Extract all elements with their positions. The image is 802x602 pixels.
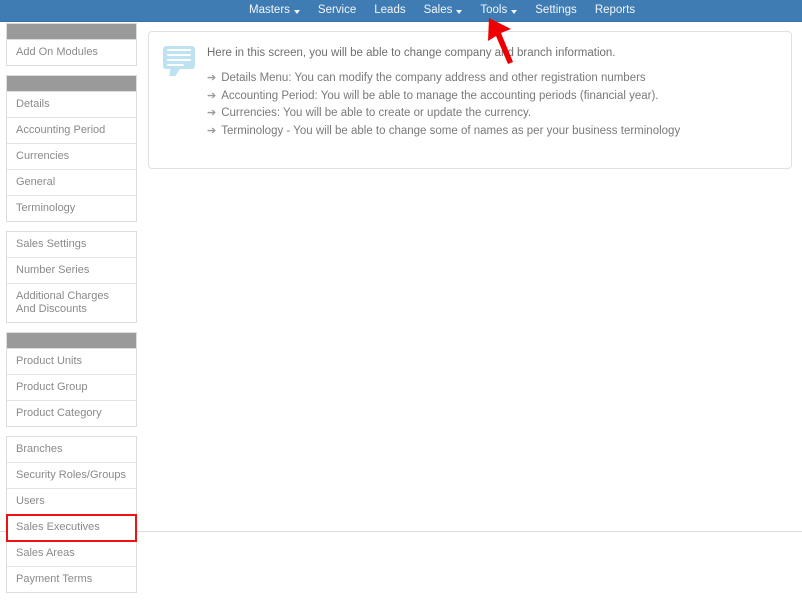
nav-item-label: Settings <box>535 4 577 16</box>
info-text-body: Here in this screen, you will be able to… <box>199 44 680 142</box>
info-intro-text: Here in this screen, you will be able to… <box>207 47 616 59</box>
sidebar-item-label: Security Roles/Groups <box>16 469 127 481</box>
info-bullet-text: Accounting Period: You will be able to m… <box>221 89 659 102</box>
top-navigation-bar: Masters Service Leads Sales Tools Settings Rep… <box>0 0 802 22</box>
sidebar-item-label: Product Group <box>16 381 88 393</box>
arrow-right-icon: ➔ <box>207 89 217 102</box>
sidebar-item-label: Add On Modules <box>16 46 98 58</box>
sidebar-item-label: Sales Areas <box>16 547 75 559</box>
sidebar-item-label: Additional Charges And Discounts <box>16 290 109 315</box>
sidebar-group-header <box>7 333 136 349</box>
bubble-line <box>167 49 191 51</box>
info-bullet-list: ➔ Details Menu: You can modify the compan… <box>207 72 680 138</box>
info-bullet-text: Details Menu: You can modify the company… <box>221 72 646 84</box>
arrow-right-icon: ➔ <box>207 72 217 84</box>
chevron-down-icon <box>511 9 518 14</box>
nav-item-leads[interactable]: Leads <box>365 0 414 21</box>
nav-item-tools[interactable]: Tools <box>471 0 526 21</box>
info-bullet-item: ➔ Currencies: You will be able to create … <box>207 107 680 121</box>
sidebar-item-label: Product Category <box>16 407 102 419</box>
sidebar-item-label: Details <box>16 98 50 110</box>
nav-item-masters[interactable]: Masters <box>240 0 309 21</box>
info-bullet-item: ➔ Accounting Period: You will be able to … <box>207 90 680 104</box>
sidebar-item-label: Branches <box>16 443 63 455</box>
sidebar-item-label: Number Series <box>16 264 90 276</box>
sidebar-item-label: General <box>16 176 56 188</box>
sidebar-group-header <box>7 24 136 40</box>
info-bullet-text: Terminology - You will be able to change… <box>221 124 681 137</box>
nav-item-list: Masters Service Leads Sales Tools Settings Rep… <box>0 0 802 21</box>
nav-item-sales[interactable]: Sales <box>415 0 472 21</box>
sidebar-item-accounting-period[interactable]: Accounting Period <box>7 118 136 144</box>
info-bullet-item: ➔ Details Menu: You can modify the compan… <box>207 72 680 86</box>
nav-item-reports[interactable]: Reports <box>586 0 644 21</box>
sidebar-item-details[interactable]: Details <box>7 92 136 118</box>
sidebar-group-3: Product Units Product Group Product Catego… <box>6 332 137 427</box>
sidebar-item-product-category[interactable]: Product Category <box>7 401 136 426</box>
nav-item-label: Tools <box>480 4 508 16</box>
sidebar-item-payment-terms[interactable]: Payment Terms <box>7 567 136 592</box>
sidebar-item-sales-settings[interactable]: Sales Settings <box>7 232 136 258</box>
info-bullet-text: Currencies: You will be able to create o… <box>221 107 532 119</box>
arrow-right-icon: ➔ <box>207 107 217 119</box>
arrow-right-icon: ➔ <box>207 124 217 137</box>
nav-item-service[interactable]: Service <box>309 0 365 21</box>
bubble-line <box>167 59 191 61</box>
nav-item-label: Leads <box>374 4 406 16</box>
sidebar-item-security-roles-groups[interactable]: Security Roles/Groups <box>7 463 136 489</box>
sidebar-item-sales-executives[interactable]: Sales Executives <box>6 514 137 542</box>
sidebar-item-label: Users <box>16 495 45 507</box>
sidebar-group-0: Add On Modules <box>6 23 137 66</box>
sidebar-group-2: Sales Settings Number Series Additional Ch… <box>6 231 137 323</box>
sidebar-item-label: Product Units <box>16 355 83 367</box>
nav-item-settings[interactable]: Settings <box>526 0 586 21</box>
sidebar-item-label: Payment Terms <box>16 573 93 585</box>
chevron-down-icon <box>293 9 300 14</box>
sidebar-item-label: Currencies <box>16 150 70 162</box>
sidebar-item-product-units[interactable]: Product Units <box>7 349 136 375</box>
sidebar: Add On Modules Details Accounting Period Cu… <box>0 23 143 602</box>
speech-bubble-icon-wrapper <box>163 44 199 69</box>
nav-item-label: Masters <box>249 4 290 16</box>
nav-item-label: Sales <box>423 4 453 16</box>
bubble-line <box>167 54 191 56</box>
sidebar-item-users[interactable]: Users <box>7 489 136 515</box>
nav-item-label: Service <box>317 4 357 16</box>
info-panel: Here in this screen, you will be able to… <box>148 31 792 169</box>
sidebar-group-header <box>7 76 136 92</box>
sidebar-item-label: Accounting Period <box>16 124 106 136</box>
chevron-down-icon <box>456 9 463 14</box>
sidebar-group-1: Details Accounting Period Currencies Genera… <box>6 75 137 222</box>
bubble-line <box>167 64 184 66</box>
sidebar-item-general[interactable]: General <box>7 170 136 196</box>
sidebar-group-4: Branches Security Roles/Groups Users Sales … <box>6 436 137 593</box>
speech-bubble-icon <box>163 46 195 69</box>
sidebar-item-label: Sales Settings <box>16 238 87 250</box>
sidebar-item-product-group[interactable]: Product Group <box>7 375 136 401</box>
sidebar-item-terminology[interactable]: Terminology <box>7 196 136 221</box>
sidebar-item-label: Terminology <box>16 202 76 214</box>
sidebar-item-branches[interactable]: Branches <box>7 437 136 463</box>
sidebar-item-label: Sales Executives <box>16 521 100 533</box>
sidebar-item-currencies[interactable]: Currencies <box>7 144 136 170</box>
sidebar-item-number-series[interactable]: Number Series <box>7 258 136 284</box>
info-bullet-item: ➔ Terminology - You will be able to chang… <box>207 125 680 139</box>
main-content: Here in this screen, you will be able to… <box>148 31 792 169</box>
nav-item-label: Reports <box>594 4 636 16</box>
sidebar-item-sales-areas[interactable]: Sales Areas <box>7 541 136 567</box>
sidebar-item-additional-charges-and-discounts[interactable]: Additional Charges And Discounts <box>7 284 136 322</box>
sidebar-item-add-on-modules[interactable]: Add On Modules <box>7 40 136 65</box>
